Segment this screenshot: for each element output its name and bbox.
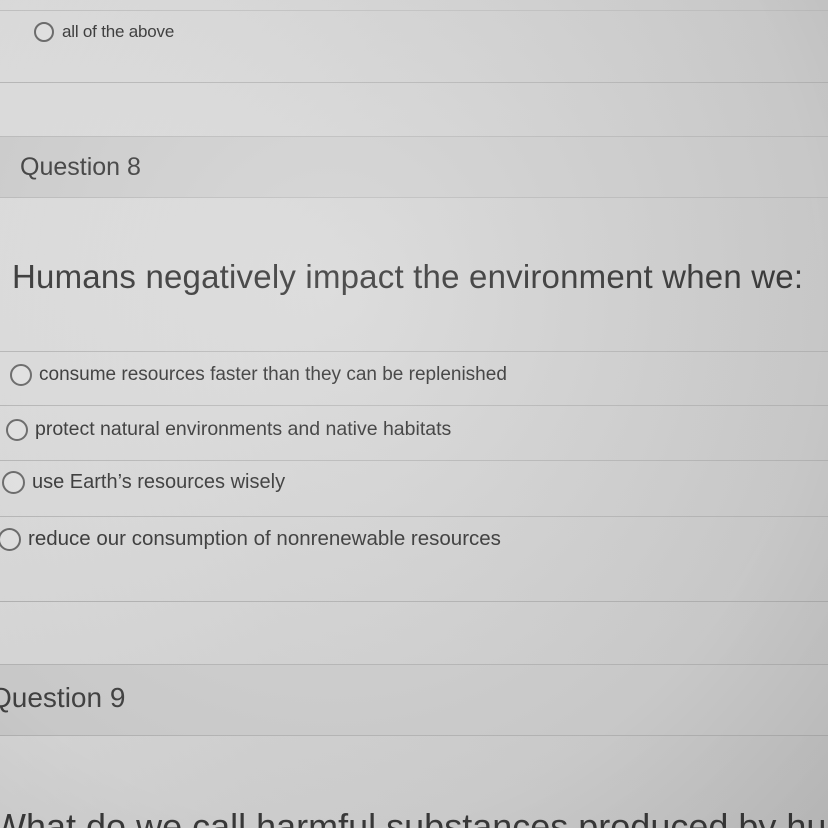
option-label: consume resources faster than they can b… <box>39 364 507 385</box>
question-title: Question 9 <box>0 682 126 713</box>
divider <box>0 82 828 83</box>
divider <box>0 405 828 406</box>
prev-option-row[interactable]: all of the above <box>34 22 174 42</box>
quiz-page: all of the above Question 8 Humans negat… <box>0 0 828 828</box>
radio-button[interactable] <box>10 364 32 386</box>
option-row[interactable]: reduce our consumption of nonrenewable r… <box>0 527 501 551</box>
divider <box>0 601 828 602</box>
radio-button[interactable] <box>34 22 54 42</box>
question-title: Question 8 <box>20 153 141 181</box>
option-row[interactable]: consume resources faster than they can b… <box>10 364 507 386</box>
option-row[interactable]: use Earth’s resources wisely <box>2 471 285 494</box>
divider <box>0 10 828 11</box>
question-prompt: Humans negatively impact the environment… <box>12 258 804 295</box>
radio-button[interactable] <box>6 418 28 441</box>
radio-button[interactable] <box>0 527 21 551</box>
option-label: use Earth’s resources wisely <box>32 471 286 493</box>
divider <box>0 460 828 461</box>
radio-button[interactable] <box>2 471 25 494</box>
option-label: protect natural environments and native … <box>35 418 452 440</box>
option-label: reduce our consumption of nonrenewable r… <box>28 527 501 550</box>
question-prompt: What do we call harmful substances produ… <box>0 806 828 828</box>
option-row[interactable]: protect natural environments and native … <box>6 418 451 441</box>
divider <box>0 516 828 517</box>
divider <box>0 351 828 352</box>
option-label: all of the above <box>62 22 175 41</box>
